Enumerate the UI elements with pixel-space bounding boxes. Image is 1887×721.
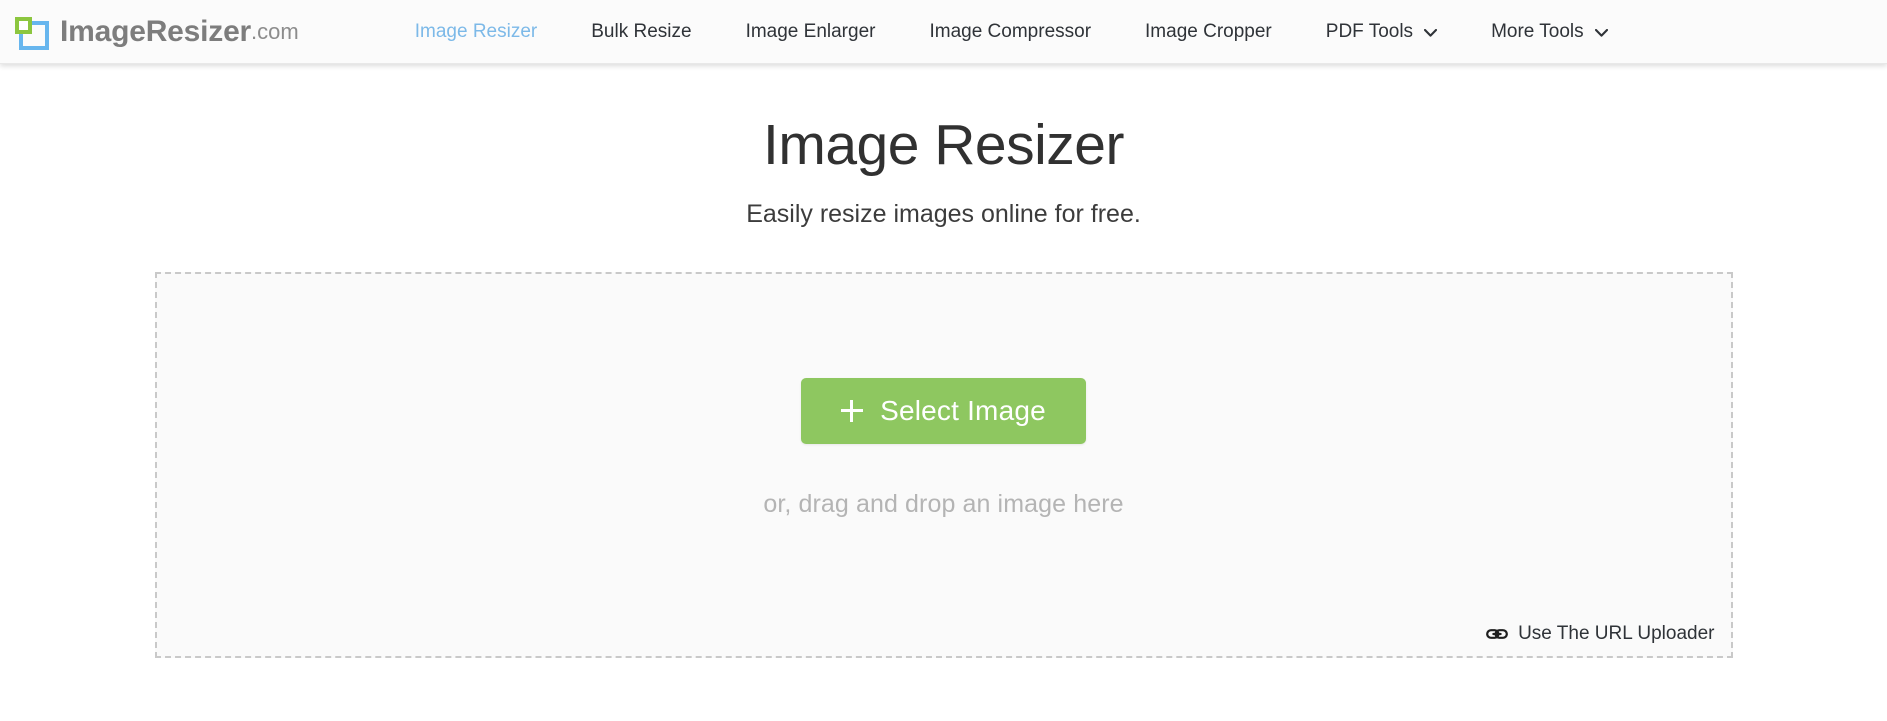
nav-item-pdf-tools[interactable]: PDF Tools [1325,21,1438,42]
nav-item-image-compressor[interactable]: Image Compressor [929,22,1091,41]
link-icon [1485,622,1509,646]
select-image-button-label: Select Image [880,395,1046,427]
nav-item-label: More Tools [1491,21,1584,42]
site-header: ImageResizer .com Image Resizer Bulk Res… [0,0,1887,64]
main-content: Image Resizer Easily resize images onlin… [0,64,1887,658]
plus-icon [841,400,864,423]
nav-item-bulk-resize[interactable]: Bulk Resize [591,22,691,41]
resize-frame-icon [10,10,54,54]
nav-item-more-tools[interactable]: More Tools [1491,22,1608,41]
nav-item-label: Bulk Resize [591,21,692,42]
brand-tld: .com [251,18,299,44]
main-navigation: Image Resizer Bulk Resize Image Enlarger… [415,22,1608,41]
page-title: Image Resizer [763,113,1124,177]
nav-item-label: Image Enlarger [745,21,876,42]
logo-handle-shape [15,16,32,34]
nav-item-image-cropper[interactable]: Image Cropper [1145,22,1272,41]
url-uploader-label: Use The URL Uploader [1518,622,1715,644]
image-dropzone[interactable]: Select Image or, drag and drop an image … [154,271,1733,658]
drag-and-drop-hint: or, drag and drop an image here [763,490,1124,519]
nav-item-label: PDF Tools [1325,21,1414,42]
nav-item-label: Image Compressor [929,21,1092,42]
select-image-button[interactable]: Select Image [801,378,1086,445]
url-uploader-link[interactable]: Use The URL Uploader [1485,622,1715,646]
chevron-down-icon [1424,28,1438,37]
nav-item-image-resizer[interactable]: Image Resizer [415,22,538,41]
nav-item-label: Image Resizer [414,21,538,42]
nav-item-image-enlarger[interactable]: Image Enlarger [746,22,876,41]
brand-logo-link[interactable]: ImageResizer .com [10,10,299,54]
brand-name: ImageResizer [60,14,252,48]
chevron-down-icon [1594,28,1608,37]
dropzone-wrapper: Select Image or, drag and drop an image … [154,229,1733,658]
nav-item-label: Image Cropper [1145,21,1272,42]
page-subtitle: Easily resize images online for free. [746,199,1141,228]
